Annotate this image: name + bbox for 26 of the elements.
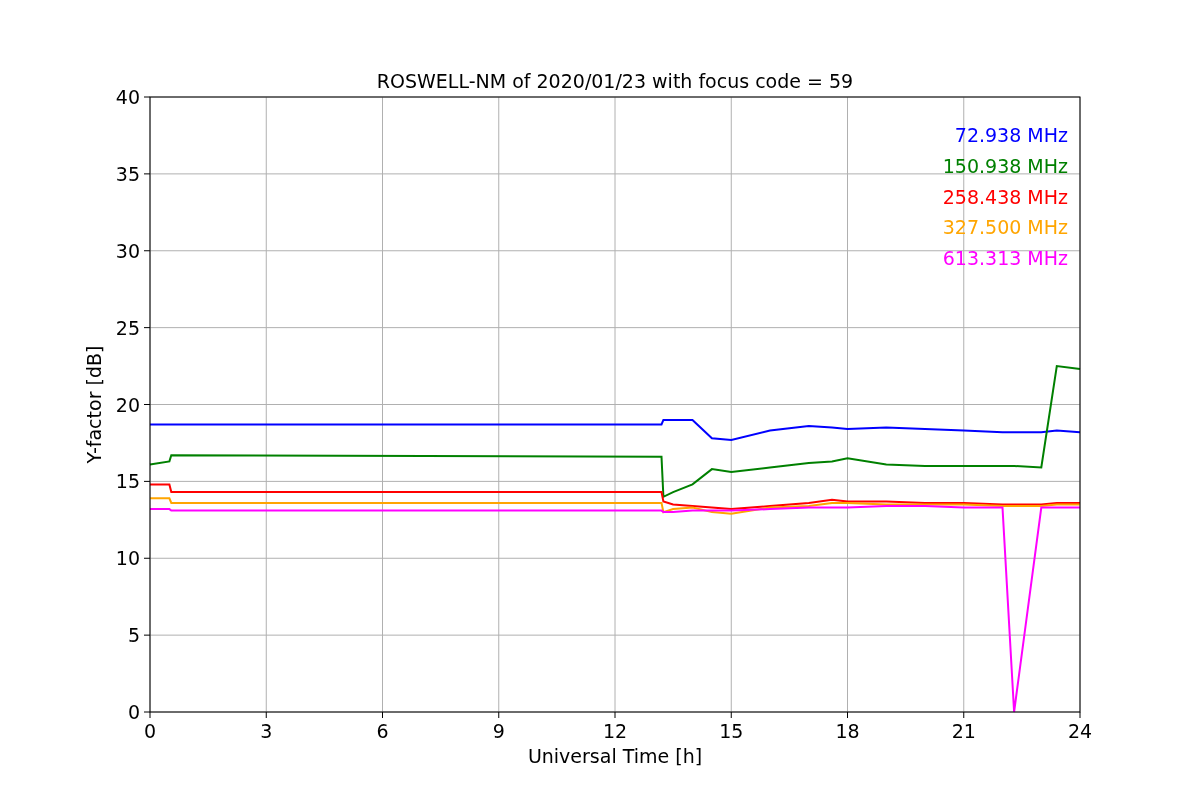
y-tick-label: 20 (115, 393, 140, 416)
y-axis-label: Y-factor [dB] (83, 345, 105, 464)
y-tick-label: 15 (115, 470, 140, 493)
legend-label: 258.438 MHz (942, 185, 1068, 208)
x-tick-label: 6 (376, 720, 389, 742)
x-axis-label: Universal Time [h] (527, 745, 703, 767)
y-tick-label: 25 (115, 316, 140, 339)
x-tick-label: 21 (951, 720, 976, 742)
x-tick-label: 9 (492, 720, 505, 742)
y-tick-label: 0 (127, 701, 140, 723)
x-tick-label: 24 (1067, 720, 1093, 742)
x-tick-label: 12 (602, 720, 628, 742)
legend-label: 613.313 MHz (942, 247, 1068, 270)
y-tick-label: 10 (115, 547, 140, 570)
y-tick-label: 30 (115, 239, 140, 262)
x-tick-label: 15 (719, 720, 744, 742)
legend-label: 150.938 MHz (942, 154, 1068, 177)
chart-title: ROSWELL-NM of 2020/01/23 with focus code = 59 (376, 70, 854, 92)
x-tick-label: 18 (835, 720, 860, 742)
x-tick-label: 3 (260, 720, 273, 742)
y-tick-label: 5 (127, 624, 140, 647)
legend-label: 72.938 MHz (954, 124, 1068, 146)
y-tick-label: 40 (115, 86, 140, 108)
y-tick-label: 35 (115, 162, 140, 185)
x-tick-label: 0 (143, 720, 157, 742)
legend-label: 327.500 MHz (942, 216, 1068, 239)
